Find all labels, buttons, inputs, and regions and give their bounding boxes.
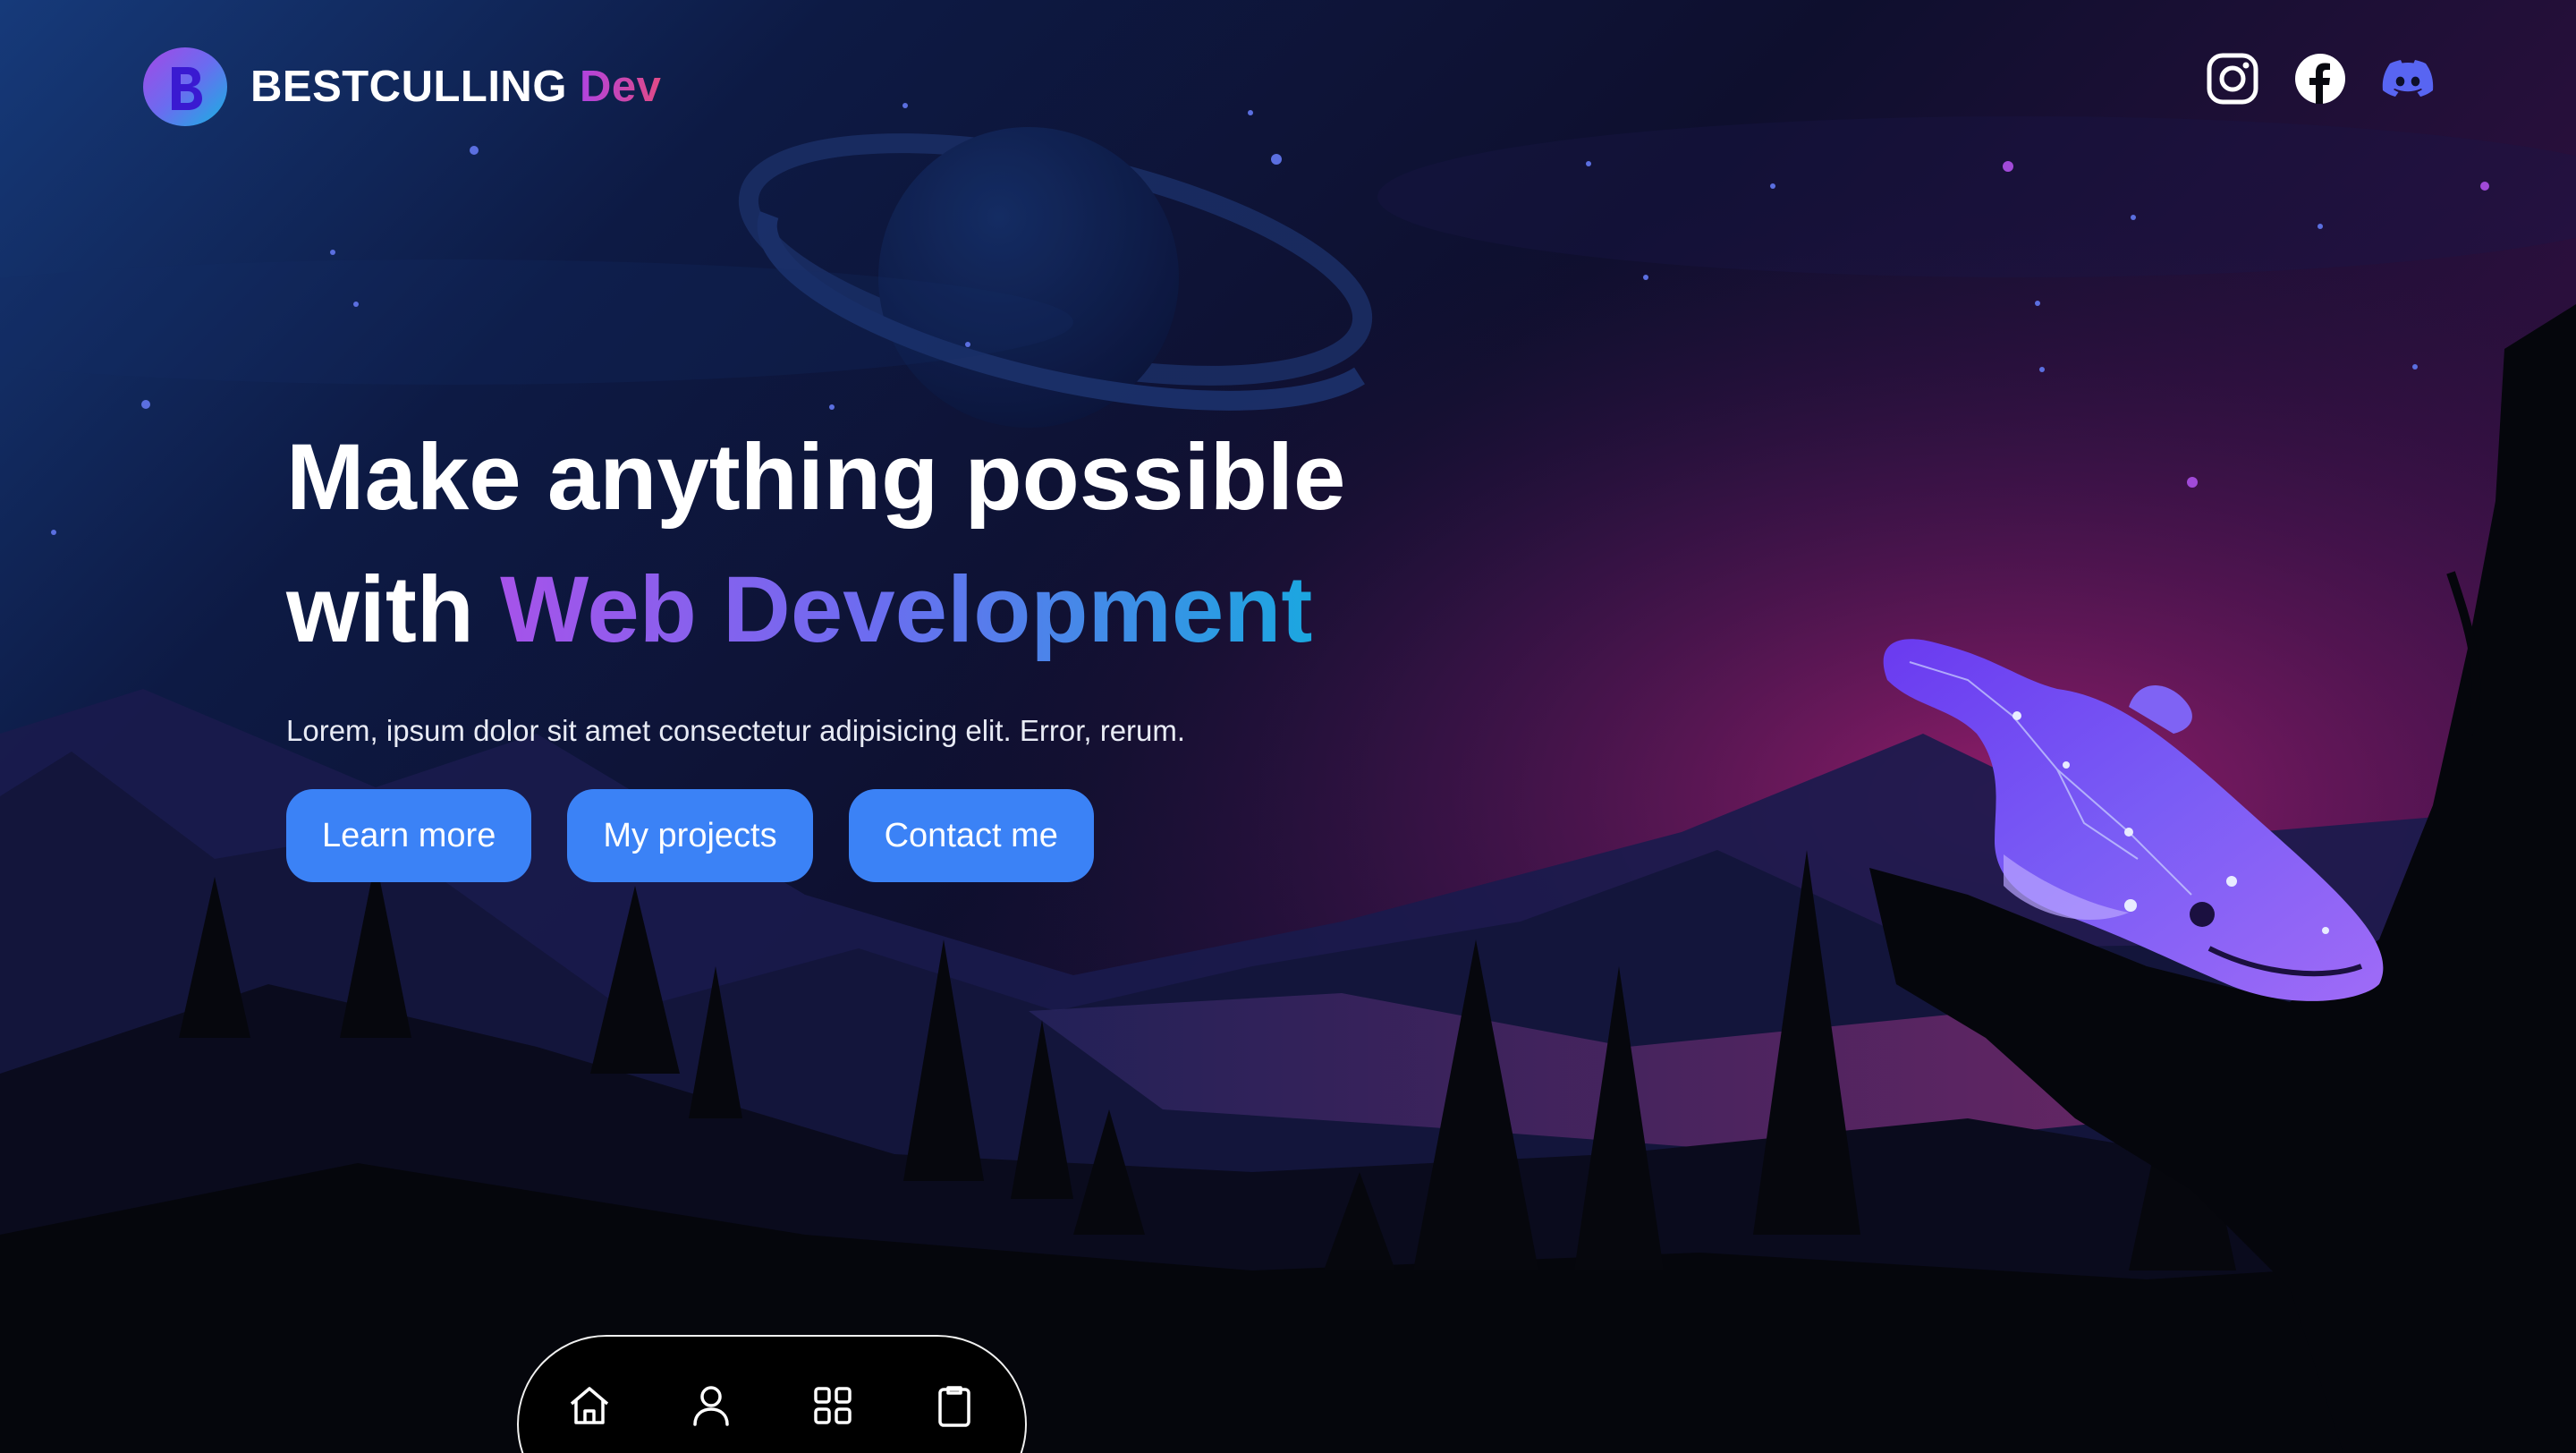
brand-wordmark: BESTCULLING Dev (250, 62, 661, 112)
contact-me-button[interactable]: Contact me (848, 789, 1094, 882)
grid-icon (814, 1387, 852, 1424)
bottom-nav (517, 1335, 1027, 1453)
cta-buttons: Learn more My projects Contact me (286, 789, 1538, 882)
hero-title: Make anything possible with Web Developm… (286, 412, 1538, 676)
brand-name: BESTCULLING (250, 63, 567, 111)
my-projects-button[interactable]: My projects (567, 789, 813, 882)
hero-description: Lorem, ipsum dolor sit amet consectetur … (286, 714, 1186, 747)
nav-about[interactable] (689, 1383, 733, 1428)
facebook-link[interactable] (2293, 52, 2347, 106)
hero-page: BESTCULLING Dev Make anything possible w… (0, 0, 2576, 1453)
user-icon (693, 1386, 729, 1426)
nav-projects[interactable] (810, 1383, 855, 1428)
logo-icon (143, 47, 227, 126)
instagram-link[interactable] (2206, 52, 2259, 106)
hero-title-line-1: Make anything possible (286, 425, 1346, 530)
brand[interactable]: BESTCULLING Dev (143, 47, 661, 127)
brand-suffix: Dev (579, 63, 662, 111)
clipboard-icon (938, 1386, 970, 1427)
hero-section: Make anything possible with Web Developm… (286, 412, 1538, 882)
social-links (2206, 52, 2435, 106)
hero-title-highlight: Web Development (500, 557, 1313, 662)
facebook-icon (2295, 54, 2345, 104)
hero-title-prefix: with (286, 557, 501, 662)
hero-title-line-2: with Web Development (286, 544, 1538, 676)
home-icon (570, 1387, 609, 1424)
learn-more-button[interactable]: Learn more (286, 789, 532, 882)
discord-link[interactable] (2381, 52, 2435, 106)
discord-icon (2382, 60, 2434, 97)
nav-contact[interactable] (932, 1383, 977, 1428)
instagram-icon (2207, 53, 2258, 105)
nav-home[interactable] (567, 1383, 612, 1428)
